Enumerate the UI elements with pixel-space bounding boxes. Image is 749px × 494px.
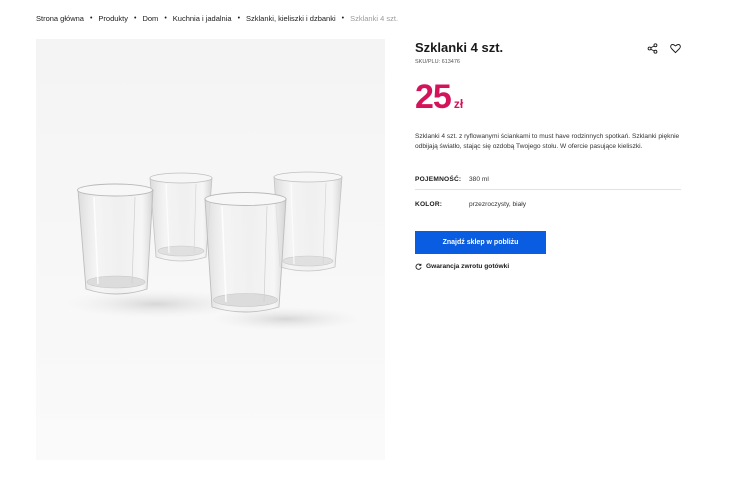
heart-icon[interactable]	[670, 43, 681, 54]
breadcrumb-glassware[interactable]: Szklanki, kieliszki i dzbanki	[246, 14, 336, 24]
product-price: 25 zł	[415, 78, 463, 116]
product-image[interactable]	[36, 39, 385, 460]
breadcrumb-kitchen[interactable]: Kuchnia i jadalnia	[173, 14, 232, 24]
refresh-icon	[415, 263, 422, 270]
spec-capacity: POJEMNOŚĆ: 380 ml	[415, 170, 681, 190]
spec-value: przezroczysty, biały	[469, 200, 527, 208]
share-icon[interactable]	[647, 43, 658, 54]
money-back-guarantee[interactable]: Gwarancja zwrotu gotówki	[415, 263, 509, 270]
spec-value: 380 ml	[469, 176, 489, 183]
price-currency: zł	[453, 97, 464, 111]
breadcrumb-separator: •	[164, 15, 167, 22]
guarantee-label: Gwarancja zwrotu gotówki	[426, 263, 510, 270]
breadcrumb-separator: •	[89, 15, 93, 22]
product-sku: SKU/PLU: 613476	[415, 59, 460, 65]
breadcrumb-home[interactable]: Strona główna	[36, 14, 84, 24]
breadcrumb-separator: •	[341, 15, 345, 22]
breadcrumb-separator: •	[134, 15, 137, 22]
spec-label: KOLOR:	[415, 200, 443, 208]
breadcrumb-home-category[interactable]: Dom	[142, 14, 158, 24]
price-value: 25	[415, 78, 452, 116]
product-info: Szklanki 4 szt. SKU/PLU: 613476 25 zł Sz…	[415, 40, 681, 270]
breadcrumb-products[interactable]: Produkty	[98, 14, 128, 24]
product-title: Szklanki 4 szt.	[415, 40, 504, 55]
find-store-button[interactable]: Znajdź sklep w pobliżu	[415, 231, 546, 254]
product-description: Szklanki 4 szt. z ryflowanymi ściankami …	[415, 133, 680, 150]
spec-color: KOLOR: przezroczysty, biały	[415, 198, 681, 210]
breadcrumb: Strona główna • Produkty • Dom • Kuchnia…	[36, 14, 398, 24]
breadcrumb-current: Szklanki 4 szt.	[350, 14, 399, 23]
product-actions	[647, 43, 681, 54]
glasses-product-image	[36, 39, 385, 460]
spec-label: POJEMNOŚĆ:	[415, 176, 462, 183]
breadcrumb-separator: •	[237, 15, 241, 22]
